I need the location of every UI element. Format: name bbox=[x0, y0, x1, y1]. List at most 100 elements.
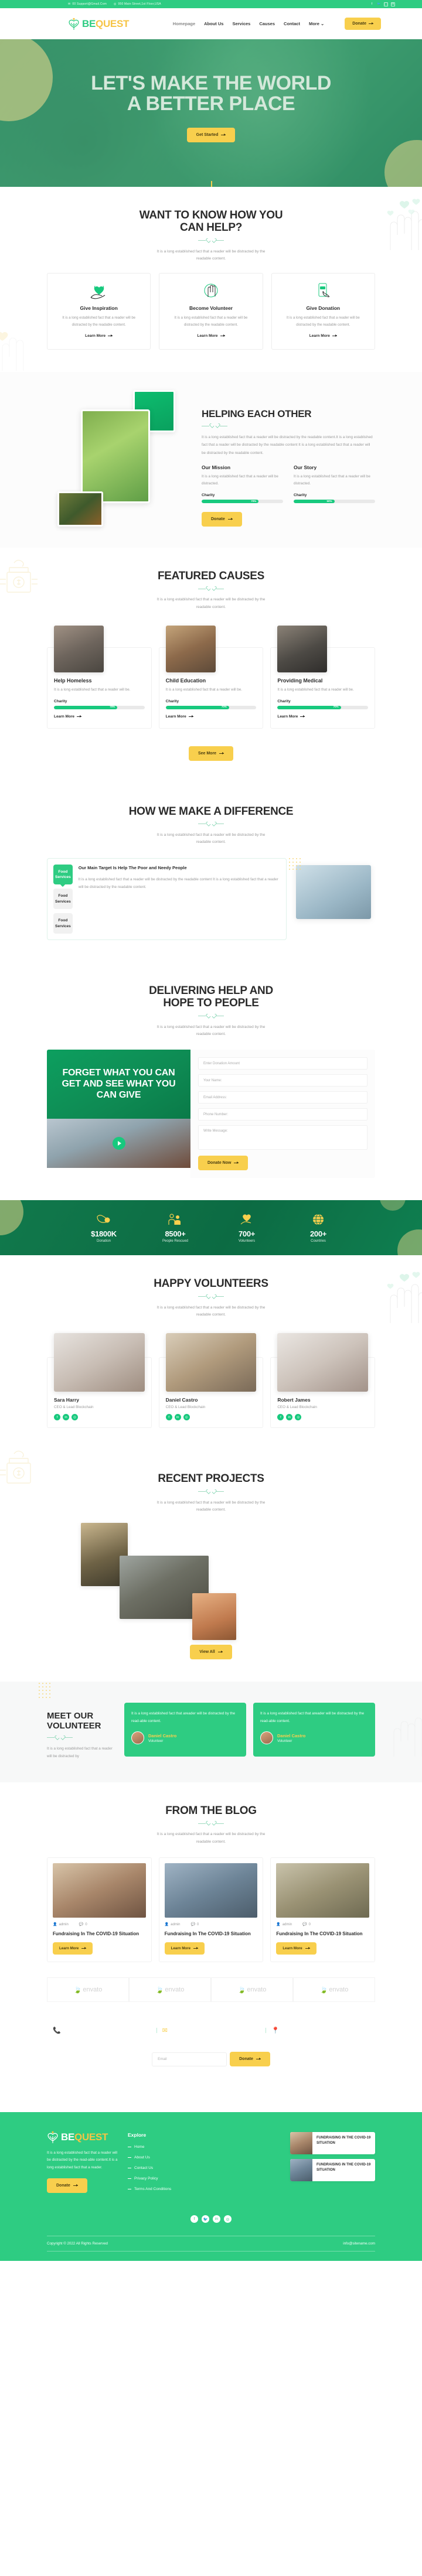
cause-learn-more[interactable]: Learn More bbox=[277, 715, 305, 719]
linkedin-icon[interactable]: in bbox=[286, 1414, 293, 1421]
footer-link-home[interactable]: Home bbox=[128, 2145, 204, 2149]
nav-item-causes[interactable]: Causes bbox=[259, 21, 275, 26]
newsletter-email-input[interactable]: Email bbox=[152, 2052, 227, 2066]
footer-logo[interactable]: BEQUEST bbox=[47, 2131, 118, 2144]
nav-item-about-us[interactable]: About Us bbox=[204, 21, 223, 26]
linkedin-icon[interactable]: in bbox=[391, 2, 395, 6]
phone-number-field[interactable]: Phone Number: bbox=[198, 1108, 367, 1121]
nav-item-services[interactable]: Services bbox=[232, 21, 250, 26]
project-image[interactable] bbox=[192, 1593, 236, 1641]
mail-icon: ✉ bbox=[162, 2027, 168, 2035]
testimonial-author-role: Volunteer bbox=[277, 1739, 292, 1743]
donation-amount-field[interactable]: Enter Donation Amount bbox=[198, 1057, 367, 1070]
nav-item-more[interactable]: More ⌄ bbox=[309, 21, 324, 26]
stat-value: 8500+ bbox=[165, 1229, 186, 1239]
helping-donate-label: Donate bbox=[211, 517, 225, 522]
projects-view-all-label: View All bbox=[199, 1650, 215, 1655]
causes-see-more-button[interactable]: See More bbox=[188, 746, 234, 761]
facebook-icon[interactable]: f bbox=[370, 2, 374, 6]
nav-menu: Homepage About Us Services Causes Contac… bbox=[173, 18, 395, 30]
instagram-icon[interactable]: ◎ bbox=[72, 1414, 78, 1421]
cause-card[interactable]: Child Education It is a long established… bbox=[158, 626, 264, 729]
volunteer-card[interactable]: Sara Harry CEO & Lead Blockchain f in ◎ bbox=[47, 1333, 152, 1429]
arrow-right-icon bbox=[81, 1947, 87, 1950]
footer-link-contact-us[interactable]: Contact Us bbox=[128, 2166, 204, 2170]
help-card[interactable]: Become Volunteer It is a long establishe… bbox=[159, 273, 263, 350]
footer-post[interactable]: Fundraising In The COVID-19 Situation bbox=[290, 2159, 375, 2182]
footer-link-terms[interactable]: Terms And Conditions bbox=[128, 2187, 204, 2191]
footer-link-privacy-policy[interactable]: Privacy Policy bbox=[128, 2177, 204, 2181]
blog-card[interactable]: 👤 admin 💬 0 Fundraising In The COVID-19 Si… bbox=[158, 1857, 264, 1963]
play-icon[interactable] bbox=[112, 1137, 125, 1150]
help-card[interactable]: Give Donation It is a long established f… bbox=[271, 273, 375, 350]
message-field[interactable]: Write Message: bbox=[198, 1125, 367, 1150]
twitter-icon[interactable]: 🐦 bbox=[202, 2215, 209, 2223]
blog-card[interactable]: 👤 admin 💬 0 Fundraising In The COVID-19 Si… bbox=[270, 1857, 376, 1963]
donate-video-thumbnail[interactable] bbox=[47, 1119, 190, 1169]
cause-card[interactable]: Providing Medical It is a long establish… bbox=[270, 626, 376, 729]
stat-item: $1800K Donation bbox=[85, 1212, 122, 1243]
projects-view-all-button[interactable]: View All bbox=[190, 1645, 232, 1660]
blog-author-name: admin bbox=[59, 1922, 69, 1926]
nav-item-contact[interactable]: Contact bbox=[284, 21, 300, 26]
facebook-icon[interactable]: f bbox=[165, 1414, 172, 1421]
instagram-icon[interactable]: ◎ bbox=[295, 1414, 302, 1421]
topbar-address[interactable]: ◎ 950 Main Street,1st Floor,USA bbox=[114, 2, 161, 6]
help-card-learn-more[interactable]: Learn More bbox=[309, 334, 337, 338]
helping-donate-button[interactable]: Donate bbox=[202, 512, 242, 527]
topbar-email[interactable]: ✉ 00 Support@Gmail.Com bbox=[68, 2, 107, 6]
footer-link-about-us[interactable]: About Us bbox=[128, 2155, 204, 2160]
volunteer-photo bbox=[277, 1333, 369, 1392]
donate-submit-button[interactable]: Donate Now bbox=[198, 1156, 249, 1171]
volunteer-card[interactable]: Robert James CEO & Lead Blockchain f in ◎ bbox=[270, 1333, 376, 1429]
linkedin-icon[interactable]: in bbox=[213, 2215, 220, 2223]
nav-item-homepage[interactable]: Homepage bbox=[173, 21, 195, 26]
site-logo[interactable]: BEQUEST bbox=[68, 18, 129, 30]
cause-link-label: Learn More bbox=[277, 714, 298, 719]
blog-cta-label: Learn More bbox=[59, 1946, 79, 1951]
instagram-icon[interactable]: ◎ bbox=[224, 2215, 232, 2223]
hand-coin-icon bbox=[85, 1212, 122, 1226]
testimonial-intro: Meet Our Volunteer It is a long establis… bbox=[39, 1683, 117, 1760]
partner-logo[interactable]: 🍃 envato bbox=[129, 1977, 211, 2003]
linkedin-icon[interactable]: in bbox=[174, 1414, 181, 1421]
help-card-learn-more[interactable]: Learn More bbox=[197, 334, 225, 338]
cause-image bbox=[277, 626, 328, 673]
hero-get-started-button[interactable]: Get Started bbox=[186, 128, 236, 143]
difference-tab-1[interactable]: Food Services bbox=[53, 889, 73, 910]
partner-logo[interactable]: 🍃 envato bbox=[47, 1977, 129, 2003]
your-name-field[interactable]: Your Name: bbox=[198, 1074, 367, 1087]
cause-learn-more[interactable]: Learn More bbox=[166, 715, 193, 719]
difference-tab-2[interactable]: Food Services bbox=[53, 913, 73, 934]
twitter-icon[interactable]: 🐦 bbox=[377, 2, 381, 6]
linkedin-icon[interactable]: in bbox=[63, 1414, 69, 1421]
blog-card[interactable]: 👤 admin 💬 0 Fundraising In The COVID-19 Si… bbox=[47, 1857, 152, 1963]
cause-learn-more[interactable]: Learn More bbox=[54, 715, 82, 719]
cause-card[interactable]: Help Homeless It is a long established f… bbox=[47, 626, 152, 729]
help-card-learn-more[interactable]: Learn More bbox=[85, 334, 113, 338]
contact-location[interactable]: 📍 bbox=[266, 2027, 375, 2034]
contact-phone[interactable]: 📞 bbox=[47, 2027, 156, 2034]
newsletter-donate-button[interactable]: Donate bbox=[230, 2052, 270, 2067]
instagram-icon[interactable]: ⬚ bbox=[384, 2, 388, 6]
footer-post[interactable]: Fundraising In The COVID-19 Situation bbox=[290, 2132, 375, 2155]
blog-learn-more-button[interactable]: Learn More bbox=[53, 1942, 93, 1955]
facebook-icon[interactable]: f bbox=[277, 1414, 284, 1421]
instagram-icon[interactable]: ◎ bbox=[183, 1414, 190, 1421]
facebook-icon[interactable]: f bbox=[190, 2215, 198, 2223]
footer-donate-button[interactable]: Donate bbox=[47, 2178, 87, 2194]
facebook-icon[interactable]: f bbox=[54, 1414, 60, 1421]
footer-email[interactable]: info@sitename.com bbox=[343, 2242, 375, 2246]
blog-learn-more-button[interactable]: Learn More bbox=[276, 1942, 316, 1955]
email-address-field[interactable]: Email Address: bbox=[198, 1091, 367, 1104]
difference-tab-0[interactable]: Food Services bbox=[53, 864, 73, 885]
donate-media-column: Forget What You Can Get And See What You… bbox=[47, 1050, 190, 1178]
partner-logo[interactable]: 🍃 envato bbox=[293, 1977, 375, 2003]
volunteer-card[interactable]: Daniel Castro CEO & Lead Blockchain f in ◎ bbox=[158, 1333, 264, 1429]
blog-learn-more-button[interactable]: Learn More bbox=[164, 1942, 205, 1955]
partner-logo[interactable]: 🍃 envato bbox=[211, 1977, 293, 2003]
contact-mail[interactable]: ✉ bbox=[156, 2027, 266, 2034]
nav-donate-button[interactable]: Donate bbox=[345, 18, 381, 30]
blog-comment-count: 0 bbox=[196, 1922, 199, 1926]
help-card[interactable]: Give Inspiration It is a long establishe… bbox=[47, 273, 151, 350]
